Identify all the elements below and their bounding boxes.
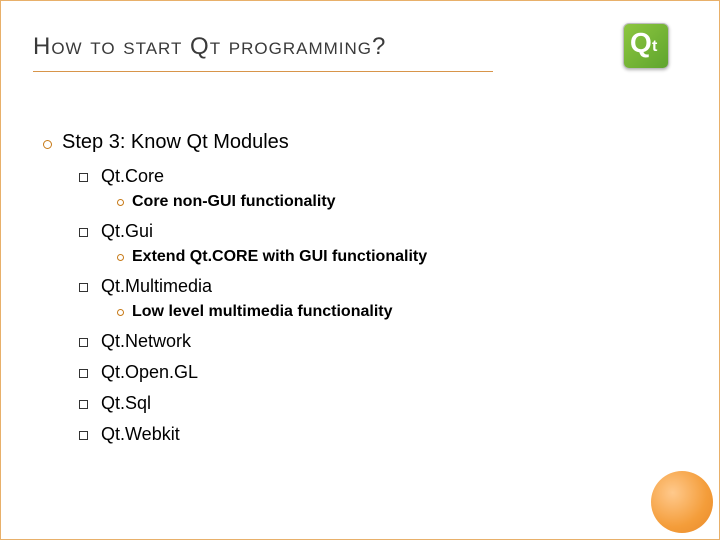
qt-logo-bg: Q t (623, 23, 669, 69)
step-heading-row: Step 3: Know Qt Modules (43, 131, 427, 154)
module-desc: Core non-GUI functionality (132, 193, 336, 211)
module-name: Qt.Multimedia (101, 276, 212, 296)
circle-bullet-icon (117, 199, 124, 206)
qt-logo-letter-t: t (652, 38, 657, 56)
module-desc-row: Extend Qt.CORE with GUI functionality (117, 248, 427, 266)
module-desc-row: Core non-GUI functionality (117, 193, 427, 211)
circle-bullet-icon (117, 309, 124, 316)
module-item: Qt.Core (79, 166, 427, 187)
square-bullet-icon (79, 173, 88, 182)
circle-bullet-icon (117, 254, 124, 261)
square-bullet-icon (79, 400, 88, 409)
decorative-circle (651, 471, 713, 533)
module-item: Qt.Webkit (79, 424, 427, 445)
content: Step 3: Know Qt Modules Qt.Core Core non… (43, 131, 427, 447)
module-item: Qt.Network (79, 331, 427, 352)
module-desc-row: Low level multimedia functionality (117, 303, 427, 321)
module-name: Qt.Network (101, 331, 191, 351)
module-desc: Extend Qt.CORE with GUI functionality (132, 248, 427, 266)
square-bullet-icon (79, 338, 88, 347)
square-bullet-icon (79, 369, 88, 378)
module-name: Qt.Webkit (101, 424, 180, 444)
module-name: Qt.Open.GL (101, 362, 198, 382)
qt-logo: Q t (623, 23, 679, 75)
module-item: Qt.Open.GL (79, 362, 427, 383)
module-item: Qt.Gui (79, 221, 427, 242)
module-name: Qt.Gui (101, 221, 153, 241)
circle-bullet-icon (43, 140, 52, 149)
module-desc: Low level multimedia functionality (132, 303, 392, 321)
qt-logo-letter-q: Q (630, 27, 652, 59)
square-bullet-icon (79, 431, 88, 440)
title-underline (33, 71, 493, 72)
square-bullet-icon (79, 228, 88, 237)
module-item: Qt.Sql (79, 393, 427, 414)
step-heading: Step 3: Know Qt Modules (62, 131, 289, 154)
module-item: Qt.Multimedia (79, 276, 427, 297)
square-bullet-icon (79, 283, 88, 292)
slide: How to start Qt programming? Q t Step 3:… (0, 0, 720, 540)
module-name: Qt.Core (101, 166, 164, 186)
module-name: Qt.Sql (101, 393, 151, 413)
slide-title: How to start Qt programming? (33, 33, 386, 61)
